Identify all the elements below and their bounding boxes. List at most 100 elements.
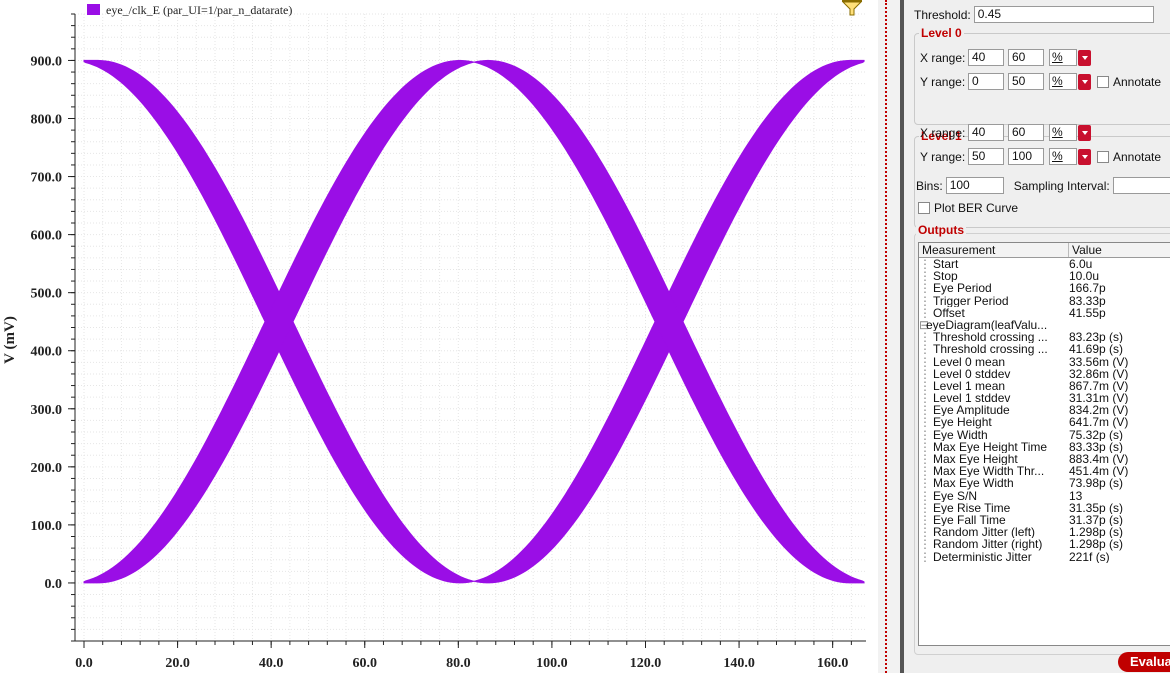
table-row[interactable]: ⋮ Eye Amplitude 834.2m (V) <box>919 404 1170 416</box>
measurement-label: Eye Width <box>933 428 988 441</box>
plot-ber-checkbox[interactable] <box>918 202 930 214</box>
level1-yrange-from-input[interactable]: 50 <box>968 148 1004 165</box>
table-row[interactable]: ⋮ Random Jitter (left) 1.298p (s) <box>919 526 1170 538</box>
tree-branch-icon: ⋮ <box>919 282 931 295</box>
level0-annotate-checkbox[interactable] <box>1097 75 1109 88</box>
y-tick-label: 900.0 <box>31 54 63 69</box>
threshold-input[interactable]: 0.45 <box>973 6 1154 23</box>
column-header-measurement[interactable]: Measurement <box>919 243 1069 257</box>
table-row[interactable]: ⋮ Eye Fall Time 31.37p (s) <box>919 514 1170 526</box>
funnel-icon[interactable] <box>841 0 863 16</box>
chevron-down-icon[interactable] <box>1078 73 1091 90</box>
column-header-value[interactable]: Value <box>1069 243 1170 257</box>
y-tick-label: 500.0 <box>31 287 63 302</box>
table-row[interactable]: ⋮ Eye Height 641.7m (V) <box>919 416 1170 428</box>
bins-label: Bins: <box>916 178 943 193</box>
table-row[interactable]: ⋮ Threshold crossing ... 41.69p (s) <box>919 343 1170 355</box>
table-row[interactable]: ⋮ Max Eye Width 73.98p (s) <box>919 477 1170 489</box>
measurement-value: 6.0u <box>1069 258 1093 271</box>
measurement-value: 867.7m (V) <box>1069 379 1129 393</box>
table-row[interactable]: ⊟eyeDiagram(leafValu... <box>919 319 1170 331</box>
measurement-label: Max Eye Height <box>933 453 1018 466</box>
measurement-value: 41.55p <box>1069 306 1106 319</box>
level1-annotate-label: Annotate <box>1113 149 1162 164</box>
plot-canvas[interactable]: 0.0 100.0 200.0 300.0 400.0 500.0 600.0 700.0 80… <box>0 0 878 673</box>
measurement-label: Eye Amplitude <box>933 404 1010 417</box>
measurement-label: Threshold crossing ... <box>933 343 1048 356</box>
measurement-value: 641.7m (V) <box>1069 416 1129 429</box>
chevron-down-icon[interactable] <box>1078 148 1091 165</box>
table-row[interactable]: ⋮ Eye Rise Time 31.35p (s) <box>919 502 1170 514</box>
table-row[interactable]: ⋮ Level 0 mean 33.56m (V) <box>919 356 1170 368</box>
tree-branch-icon: ⋮ <box>919 355 931 368</box>
eye-diagram-plot[interactable]: 0.0 100.0 200.0 300.0 400.0 500.0 600.0 700.0 80… <box>0 0 878 673</box>
level1-yrange-to-input[interactable]: 100 <box>1008 148 1044 165</box>
measurement-label: Offset <box>933 306 965 319</box>
sampling-interval-input[interactable] <box>1112 177 1170 194</box>
chevron-down-icon[interactable] <box>1078 49 1091 66</box>
tree-branch-icon: ⋮ <box>919 526 931 539</box>
table-row[interactable]: ⋮ Level 0 stddev 32.86m (V) <box>919 368 1170 380</box>
table-row[interactable]: ⋮ Threshold crossing ... 83.23p (s) <box>919 331 1170 343</box>
measurement-value: 10.0u <box>1069 270 1100 283</box>
level0-yrange-to-input[interactable]: 50 <box>1008 73 1044 90</box>
level0-yrange-from-input[interactable]: 0 <box>968 73 1004 90</box>
evaluate-button[interactable]: Evaluate <box>1118 652 1170 672</box>
level0-xrange-from-input[interactable]: 40 <box>968 49 1004 66</box>
table-row[interactable]: ⋮ Max Eye Height Time 83.33p (s) <box>919 441 1170 453</box>
measurement-value: 1.298p (s) <box>1069 538 1124 551</box>
tree-branch-icon: ⋮ <box>919 538 931 551</box>
eye-band-high-start <box>83 59 865 584</box>
y-tick-label: 100.0 <box>31 519 63 534</box>
table-row[interactable]: ⋮ Eye Period 166.7p <box>919 282 1170 294</box>
table-row[interactable]: ⋮ Level 1 mean 867.7m (V) <box>919 380 1170 392</box>
measurement-label: Max Eye Height Time <box>933 440 1048 453</box>
outputs-title: Outputs <box>916 223 966 237</box>
table-row[interactable]: ⋮ Max Eye Height 883.4m (V) <box>919 453 1170 465</box>
measurement-value: 83.23p (s) <box>1069 331 1124 344</box>
table-row[interactable]: ⋮ Trigger Period 83.33p <box>919 295 1170 307</box>
measurement-value: 32.86m (V) <box>1069 367 1129 380</box>
y-tick-label: 200.0 <box>31 461 63 476</box>
table-row[interactable]: ⋮ Level 1 stddev 31.31m (V) <box>919 392 1170 404</box>
outputs-table[interactable]: Measurement Value ⋮ Start 6.0u ⋮ Stop 10.0u ⋮ E… <box>918 242 1170 646</box>
measurement-name: ⋮ Threshold crossing ... <box>919 343 1067 355</box>
chevron-down-icon[interactable] <box>1078 124 1091 141</box>
level0-xrange-to-input[interactable]: 60 <box>1008 49 1044 66</box>
table-row[interactable]: ⋮ Start 6.0u <box>919 258 1170 270</box>
level1-yrange-unit-select[interactable]: % <box>1049 148 1077 165</box>
measurement-label: Max Eye Width Thr... <box>933 465 1045 478</box>
level0-xrange-label: X range: <box>920 50 966 65</box>
table-row[interactable]: ⋮ Offset 41.55p <box>919 307 1170 319</box>
table-row[interactable]: ⋮ Max Eye Width Thr... 451.4m (V) <box>919 465 1170 477</box>
bins-row: Bins: 100 Sampling Interval: <box>916 177 1170 194</box>
level0-yrange-unit-select[interactable]: % <box>1049 73 1077 90</box>
plot-ber-label: Plot BER Curve <box>934 201 1019 215</box>
level1-xrange-from-input[interactable]: 40 <box>968 124 1004 141</box>
measurement-value: 451.4m (V) <box>1069 465 1129 478</box>
level0-xrange-unit-select[interactable]: % <box>1049 49 1077 66</box>
measurement-value: 31.37p (s) <box>1069 513 1124 527</box>
tree-collapse-icon[interactable]: ⊟ <box>919 319 929 331</box>
level1-xrange-unit-select[interactable]: % <box>1049 124 1077 141</box>
tree-branch-icon: ⋮ <box>919 343 931 356</box>
plot-legend: eye_/clk_E (par_UI=1/par_n_datarate) <box>87 3 292 17</box>
level1-annotate-checkbox[interactable] <box>1097 150 1109 163</box>
table-row[interactable]: ⋮ Stop 10.0u <box>919 270 1170 282</box>
y-tick-label: 800.0 <box>31 113 63 128</box>
tree-branch-icon: ⋮ <box>919 270 931 283</box>
level1-xrange-row: X range: 40 60 % <box>920 124 1091 141</box>
table-row[interactable]: ⋮ Deterministic Jitter 221f (s) <box>919 551 1170 563</box>
panel-splitter[interactable] <box>878 0 900 673</box>
table-row[interactable]: ⋮ Random Jitter (right) 1.298p (s) <box>919 538 1170 550</box>
y-tick-label: 700.0 <box>31 171 63 186</box>
x-tick-label: 140.0 <box>723 656 755 671</box>
tree-branch-icon: ⋮ <box>919 428 931 441</box>
measurement-label: Eye S/N <box>933 489 978 502</box>
bins-input[interactable]: 100 <box>945 177 1004 194</box>
table-row[interactable]: ⋮ Eye Width 75.32p (s) <box>919 429 1170 441</box>
table-row[interactable]: ⋮ Eye S/N 13 <box>919 490 1170 502</box>
tree-branch-icon: ⋮ <box>919 392 931 405</box>
measurement-name: ⋮ Stop <box>919 270 1067 282</box>
level1-xrange-to-input[interactable]: 60 <box>1008 124 1044 141</box>
